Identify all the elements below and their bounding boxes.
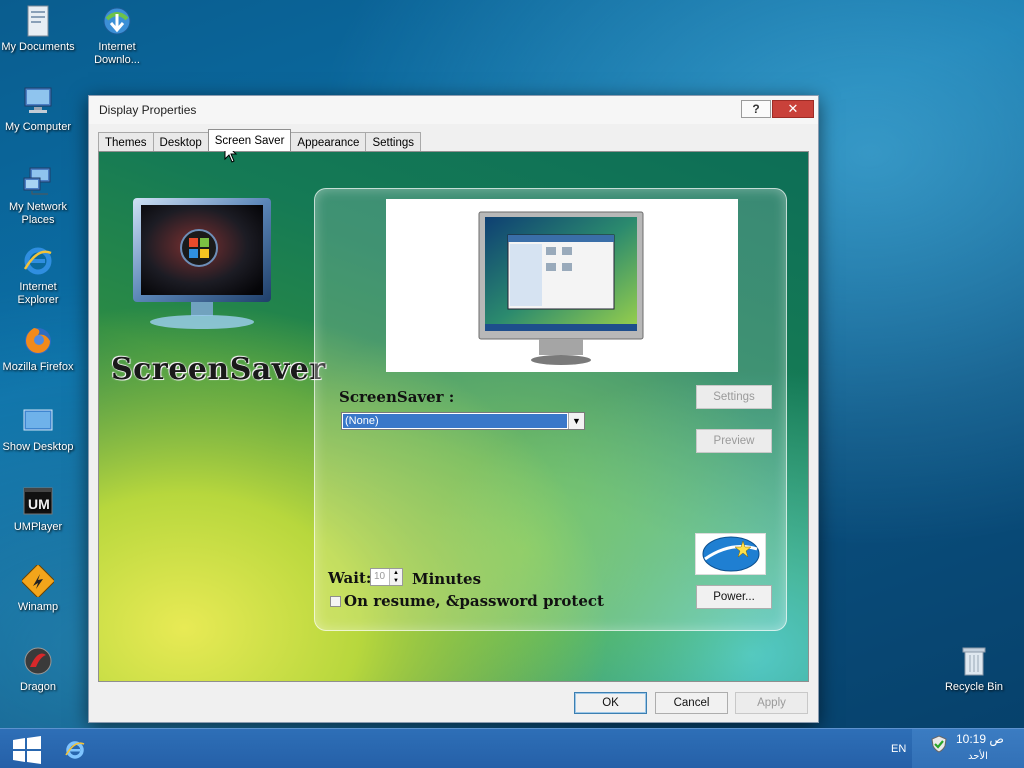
umplayer-icon: UM bbox=[21, 484, 55, 518]
screen-saver-panel: ScreenSaver ScreenSaver: (None) ▼ Setti… bbox=[98, 151, 809, 682]
desktop-icon-show-desktop[interactable]: Show Desktop bbox=[0, 404, 76, 454]
close-button[interactable]: ✕ bbox=[772, 100, 814, 118]
preview-area bbox=[386, 199, 738, 372]
tab-screen-saver[interactable]: Screen Saver bbox=[207, 129, 292, 151]
desktop-icon-my-documents[interactable]: My Documents bbox=[0, 4, 76, 54]
taskbar-internet-explorer-icon[interactable] bbox=[64, 739, 86, 761]
screensaver-logo-text: ScreenSaver bbox=[111, 352, 326, 387]
screensaver-select-value: (None) bbox=[343, 414, 567, 428]
dragon-icon bbox=[21, 644, 55, 678]
preview-button[interactable]: Preview bbox=[696, 429, 772, 453]
title-bar[interactable]: Display Properties ? ✕ bbox=[89, 96, 818, 124]
computer-icon bbox=[21, 84, 55, 118]
desktop-icon-label: My Network Places bbox=[8, 201, 68, 226]
desktop-icon-mozilla-firefox[interactable]: Mozilla Firefox bbox=[0, 324, 76, 374]
apply-button[interactable]: Apply bbox=[735, 692, 808, 714]
chevron-down-icon[interactable]: ▼ bbox=[568, 413, 584, 429]
desktop-icon-umplayer[interactable]: UM UMPlayer bbox=[0, 484, 76, 534]
show-desktop-icon bbox=[21, 404, 55, 438]
desktop-icon-label: Internet Explorer bbox=[17, 281, 59, 306]
internet-explorer-icon bbox=[21, 244, 55, 278]
network-icon bbox=[21, 164, 55, 198]
firefox-icon bbox=[21, 324, 55, 358]
desktop-icon-label: My Documents bbox=[1, 41, 75, 53]
desktop-icon-label: Dragon bbox=[19, 681, 57, 693]
screensaver-select[interactable]: (None) ▼ bbox=[341, 412, 585, 430]
tab-themes[interactable]: Themes bbox=[98, 132, 154, 152]
settings-glass-panel: ScreenSaver : (None) ▼ Settings Preview … bbox=[314, 188, 787, 631]
desktop-icon-label: UMPlayer bbox=[13, 521, 63, 533]
tab-desktop[interactable]: Desktop bbox=[152, 132, 209, 152]
stepper-up-icon[interactable]: ▲ bbox=[389, 569, 402, 577]
tab-appearance[interactable]: Appearance bbox=[290, 132, 367, 152]
tab-strip: Themes Desktop Screen Saver Appearance S… bbox=[98, 129, 422, 152]
start-button[interactable] bbox=[12, 736, 42, 764]
password-protect-checkbox[interactable] bbox=[330, 596, 341, 607]
desktop-icon-dragon[interactable]: Dragon bbox=[0, 644, 76, 694]
wait-minutes-value: 10 bbox=[374, 571, 386, 582]
settings-button[interactable]: Settings bbox=[696, 385, 772, 409]
desktop-icon-label: Internet Downlo... bbox=[94, 41, 140, 66]
system-tray: 10:19 ص الأحد bbox=[912, 729, 1024, 768]
svg-text:UM: UM bbox=[28, 496, 50, 512]
monitor-illustration-icon bbox=[131, 196, 273, 332]
desktop-icon-label: My Computer bbox=[4, 121, 72, 133]
display-properties-window: Display Properties ? ✕ Themes Desktop Sc… bbox=[88, 95, 819, 723]
password-protect-label[interactable]: On resume, &password protect bbox=[344, 592, 604, 610]
energy-star-logo-icon bbox=[695, 533, 766, 575]
ok-button[interactable]: OK bbox=[574, 692, 647, 714]
wait-label: Wait: bbox=[328, 569, 372, 587]
language-indicator[interactable]: EN bbox=[891, 743, 906, 755]
power-button[interactable]: Power... bbox=[696, 585, 772, 609]
preview-monitor-icon bbox=[478, 211, 644, 366]
security-shield-icon[interactable] bbox=[930, 735, 948, 753]
taskbar: EN 10:19 ص الأحد bbox=[0, 728, 1024, 768]
desktop-icon-internet-explorer[interactable]: Internet Explorer bbox=[0, 244, 76, 307]
windows-logo-icon bbox=[12, 736, 42, 767]
desktop-icon-label: Winamp bbox=[17, 601, 59, 613]
desktop-icon-recycle-bin[interactable]: Recycle Bin bbox=[936, 644, 1012, 694]
folder-documents-icon bbox=[21, 4, 55, 38]
wait-minutes-stepper[interactable]: 10 ▲ ▼ bbox=[370, 568, 403, 586]
desktop-icon-my-network-places[interactable]: My Network Places bbox=[0, 164, 76, 227]
help-button[interactable]: ? bbox=[741, 100, 771, 118]
clock-day[interactable]: الأحد bbox=[968, 751, 988, 762]
recycle-bin-icon bbox=[957, 644, 991, 678]
tab-settings[interactable]: Settings bbox=[365, 132, 422, 152]
window-title: Display Properties bbox=[99, 103, 197, 117]
cancel-button[interactable]: Cancel bbox=[655, 692, 728, 714]
desktop-icon-winamp[interactable]: Winamp bbox=[0, 564, 76, 614]
clock-time[interactable]: 10:19 ص bbox=[956, 732, 1004, 746]
desktop-icon-internet-download-manager[interactable]: Internet Downlo... bbox=[79, 4, 155, 67]
desktop-icon-label: Show Desktop bbox=[2, 441, 74, 453]
desktop-icon-my-computer[interactable]: My Computer bbox=[0, 84, 76, 134]
winamp-icon bbox=[21, 564, 55, 598]
stepper-down-icon[interactable]: ▼ bbox=[389, 577, 402, 585]
desktop-icon-label: Recycle Bin bbox=[944, 681, 1004, 693]
desktop-icon-label: Mozilla Firefox bbox=[2, 361, 74, 373]
minutes-label: Minutes bbox=[412, 570, 482, 588]
screensaver-label: ScreenSaver : bbox=[339, 388, 455, 406]
internet-download-manager-icon bbox=[100, 4, 134, 38]
